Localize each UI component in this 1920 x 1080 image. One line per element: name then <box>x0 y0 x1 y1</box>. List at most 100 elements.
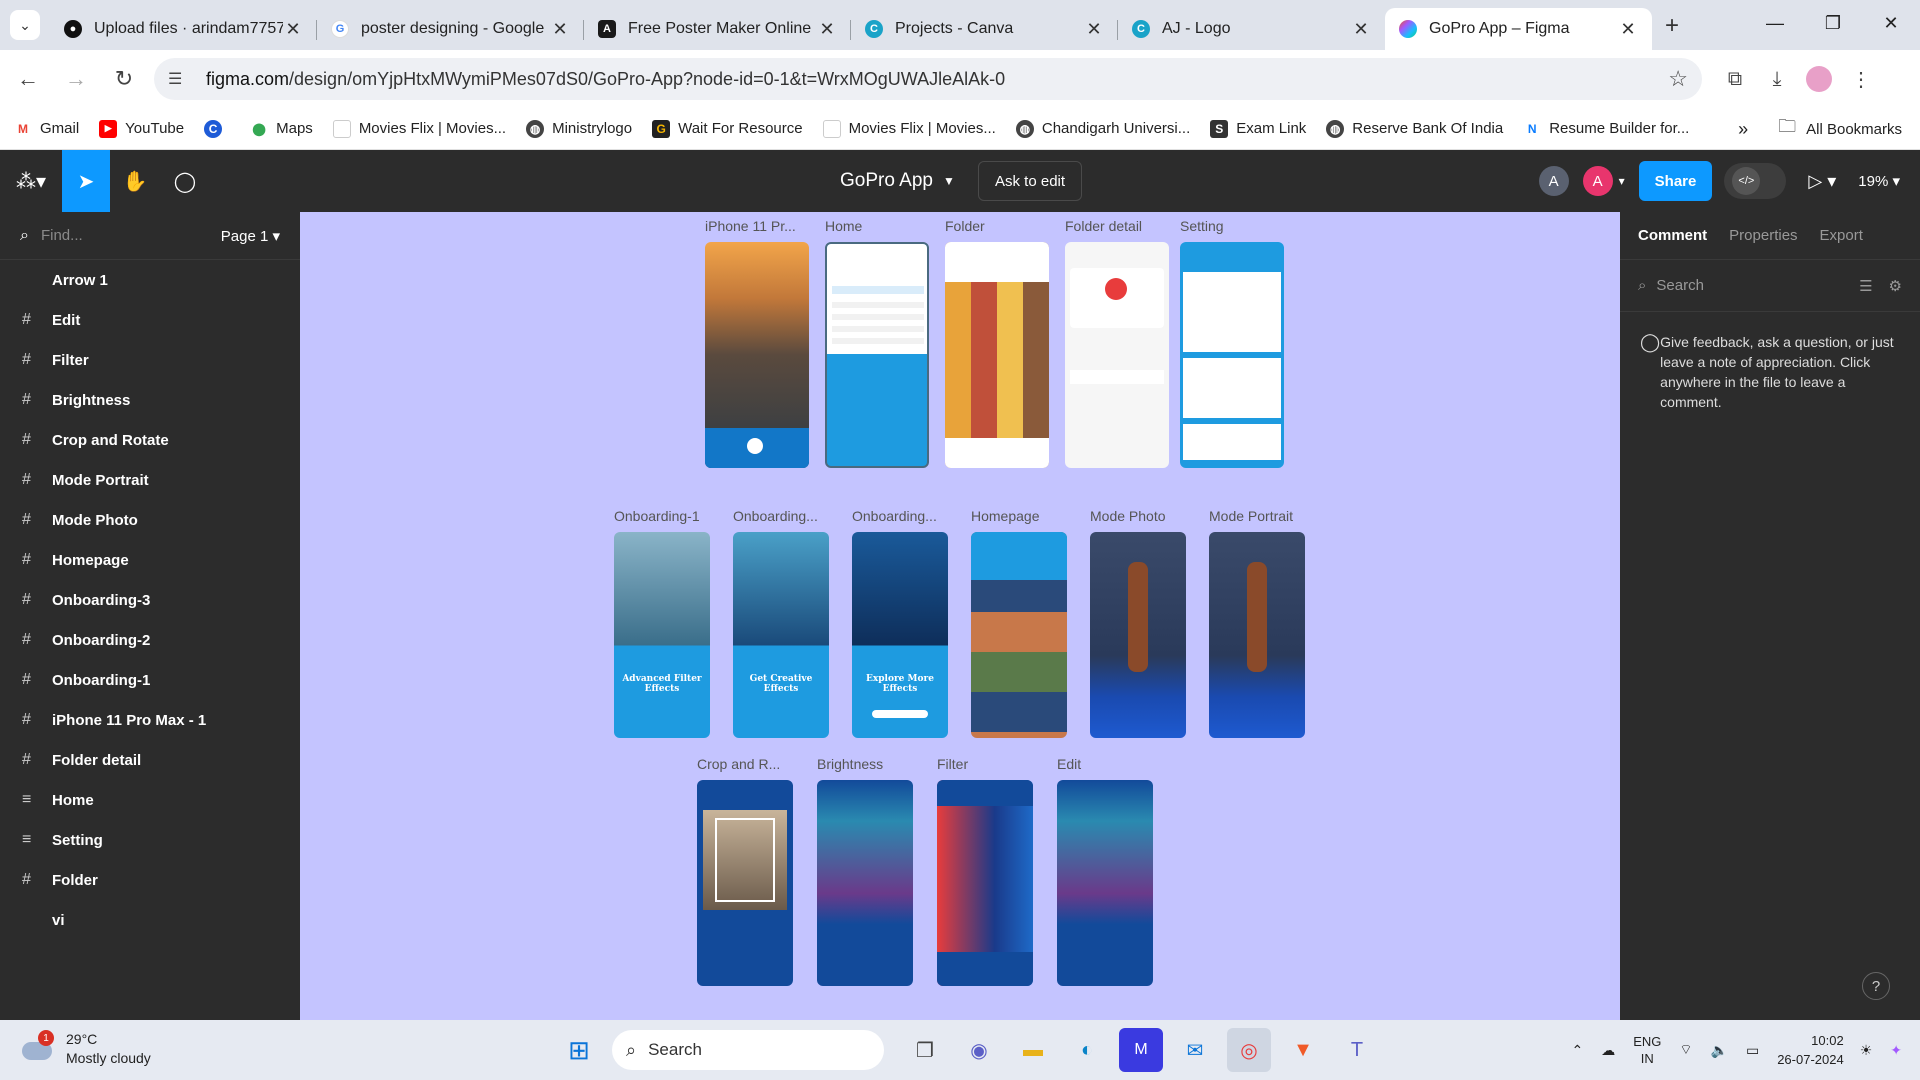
frame-onboarding-3[interactable]: Onboarding... Explore More Effects <box>852 508 948 738</box>
page-selector[interactable]: Page 1 ▾ <box>221 227 280 245</box>
layer-item[interactable]: # Folder <box>0 860 300 900</box>
tab-properties[interactable]: Properties <box>1729 227 1797 244</box>
bookmark-rbi[interactable]: ◍ Reserve Bank Of India <box>1326 119 1503 138</box>
bookmark-youtube[interactable]: ▶ YouTube <box>99 119 184 138</box>
layer-item[interactable]: # Brightness <box>0 380 300 420</box>
bookmark-star-icon[interactable]: ☆ <box>1668 66 1688 92</box>
tab-free-poster-maker[interactable]: A Free Poster Maker Online | ✕ <box>584 8 851 50</box>
bookmark-maps[interactable]: ⬤ Maps <box>250 120 312 138</box>
bookmark-exam-link[interactable]: S Exam Link <box>1210 119 1306 138</box>
tab-comment[interactable]: Comment <box>1638 227 1707 244</box>
taskbar-search[interactable]: ⌕ Search <box>612 1030 884 1070</box>
weather-widget[interactable]: 1 29°C Mostly cloudy <box>20 1030 151 1068</box>
teams-icon[interactable]: T <box>1335 1028 1379 1072</box>
settings-icon[interactable]: ⚙ <box>1889 277 1902 295</box>
layer-item[interactable]: # Onboarding-3 <box>0 580 300 620</box>
mail-icon[interactable]: ✉ <box>1173 1028 1217 1072</box>
frame-iphone-11[interactable]: iPhone 11 Pr... <box>705 218 809 468</box>
bookmark-ministrylogo[interactable]: ◍ Ministrylogo <box>526 119 632 138</box>
close-icon[interactable]: ✕ <box>550 19 570 40</box>
volume-icon[interactable]: 🔈 <box>1711 1042 1728 1059</box>
ask-to-edit-button[interactable]: Ask to edit <box>978 161 1083 201</box>
app-icon[interactable]: M <box>1119 1028 1163 1072</box>
frame-mode-portrait[interactable]: Mode Portrait <box>1209 508 1305 738</box>
close-window-button[interactable]: ✕ <box>1862 0 1920 46</box>
windows-start-icon[interactable]: ⊞ <box>557 1028 601 1072</box>
frame-mode-photo[interactable]: Mode Photo <box>1090 508 1186 738</box>
close-icon[interactable]: ✕ <box>1618 19 1638 40</box>
tab-poster-designing[interactable]: G poster designing - Google ✕ <box>317 8 584 50</box>
comment-search[interactable]: ⌕ Search ☰ ⚙ <box>1620 260 1920 312</box>
chevron-up-icon[interactable]: ⌃ <box>1571 1042 1583 1059</box>
bookmark-c[interactable]: C <box>204 119 230 138</box>
bookmark-wait-for-resource[interactable]: G Wait For Resource <box>652 119 803 138</box>
figma-menu-icon[interactable]: ⁂▾ <box>0 150 62 212</box>
layer-item[interactable]: # Folder detail <box>0 740 300 780</box>
frame-folder-detail[interactable]: Folder detail <box>1065 218 1169 468</box>
forward-button[interactable]: → <box>56 59 96 99</box>
find-input[interactable]: Find... <box>41 227 221 244</box>
move-tool-icon[interactable]: ➤ <box>62 150 110 212</box>
layer-item[interactable]: # Filter <box>0 340 300 380</box>
onedrive-icon[interactable]: ☁ <box>1601 1042 1615 1059</box>
layer-item[interactable]: Arrow 1 <box>0 260 300 300</box>
edge-icon[interactable]: ◐ <box>1065 1028 1109 1072</box>
new-tab-button[interactable]: + <box>1652 6 1692 46</box>
tab-aj-logo[interactable]: C AJ - Logo ✕ <box>1118 8 1385 50</box>
frame-folder[interactable]: Folder <box>945 218 1049 468</box>
layer-item[interactable]: # Onboarding-1 <box>0 660 300 700</box>
tab-export[interactable]: Export <box>1820 227 1863 244</box>
brave-icon[interactable]: ▼ <box>1281 1028 1325 1072</box>
reload-button[interactable]: ↻ <box>104 59 144 99</box>
dev-mode-toggle[interactable]: </> <box>1724 163 1787 199</box>
frame-crop-rotate[interactable]: Crop and R... <box>697 756 793 986</box>
all-bookmarks-link[interactable]: All Bookmarks <box>1806 121 1902 138</box>
help-button[interactable]: ? <box>1862 972 1890 1000</box>
chrome-icon[interactable]: ◎ <box>1227 1028 1271 1072</box>
extensions-icon[interactable]: ⧉ <box>1714 59 1756 99</box>
layer-item[interactable]: # Onboarding-2 <box>0 620 300 660</box>
menu-icon[interactable]: ⋮ <box>1840 59 1882 99</box>
layer-item[interactable]: ≡ Home <box>0 780 300 820</box>
layer-item[interactable]: # Mode Portrait <box>0 460 300 500</box>
download-icon[interactable]: ⤓ <box>1756 59 1798 99</box>
frame-filter[interactable]: Filter <box>937 756 1033 986</box>
url-bar[interactable]: ☰ figma.com/design/omYjpHtxMWymiPMes07dS… <box>154 58 1702 100</box>
back-button[interactable]: ← <box>8 59 48 99</box>
notification-icon[interactable]: ☀ <box>1860 1042 1873 1059</box>
frame-brightness[interactable]: Brightness <box>817 756 913 986</box>
frame-home[interactable]: Home <box>825 218 929 468</box>
battery-icon[interactable]: ▭ <box>1746 1042 1759 1059</box>
minimize-button[interactable]: — <box>1746 0 1804 46</box>
layer-item[interactable]: # iPhone 11 Pro Max - 1 <box>0 700 300 740</box>
restore-button[interactable]: ❐ <box>1804 0 1862 46</box>
layer-item[interactable]: vi <box>0 900 300 940</box>
close-icon[interactable]: ✕ <box>283 19 303 40</box>
filter-icon[interactable]: ☰ <box>1859 277 1872 295</box>
more-bookmarks-icon[interactable]: » <box>1738 119 1748 140</box>
task-view-icon[interactable]: ❐ <box>903 1028 947 1072</box>
chevron-down-icon[interactable]: ▾ <box>1619 174 1625 188</box>
bookmark-gmail[interactable]: M Gmail <box>14 120 79 138</box>
avatar[interactable]: A <box>1538 166 1569 196</box>
frame-onboarding-1[interactable]: Onboarding-1 Advanced Filter Effects <box>614 508 710 738</box>
comment-tool-icon[interactable]: ◯ <box>160 150 210 212</box>
tab-projects-canva[interactable]: C Projects - Canva ✕ <box>851 8 1118 50</box>
layer-item[interactable]: # Homepage <box>0 540 300 580</box>
profile-icon[interactable] <box>1798 59 1840 99</box>
frame-edit[interactable]: Edit <box>1057 756 1153 986</box>
frame-setting[interactable]: Setting <box>1180 218 1284 468</box>
file-explorer-icon[interactable]: ▬ <box>1011 1028 1055 1072</box>
share-button[interactable]: Share <box>1638 161 1713 201</box>
tab-gopro-figma[interactable]: GoPro App – Figma ✕ <box>1385 8 1652 50</box>
close-icon[interactable]: ✕ <box>1351 19 1371 40</box>
zoom-level[interactable]: 19% ▾ <box>1858 172 1900 190</box>
layer-item[interactable]: ≡ Setting <box>0 820 300 860</box>
copilot-icon[interactable]: ✦ <box>1890 1042 1902 1059</box>
bookmark-chandigarh[interactable]: ◍ Chandigarh Universi... <box>1015 119 1190 138</box>
bookmark-resume-builder[interactable]: N Resume Builder for... <box>1523 120 1689 138</box>
file-title[interactable]: GoPro App ▼ <box>840 150 955 212</box>
clock[interactable]: 10:02 26-07-2024 <box>1777 1031 1844 1069</box>
frame-homepage[interactable]: Homepage <box>971 508 1067 738</box>
site-info-icon[interactable]: ☰ <box>168 69 194 89</box>
